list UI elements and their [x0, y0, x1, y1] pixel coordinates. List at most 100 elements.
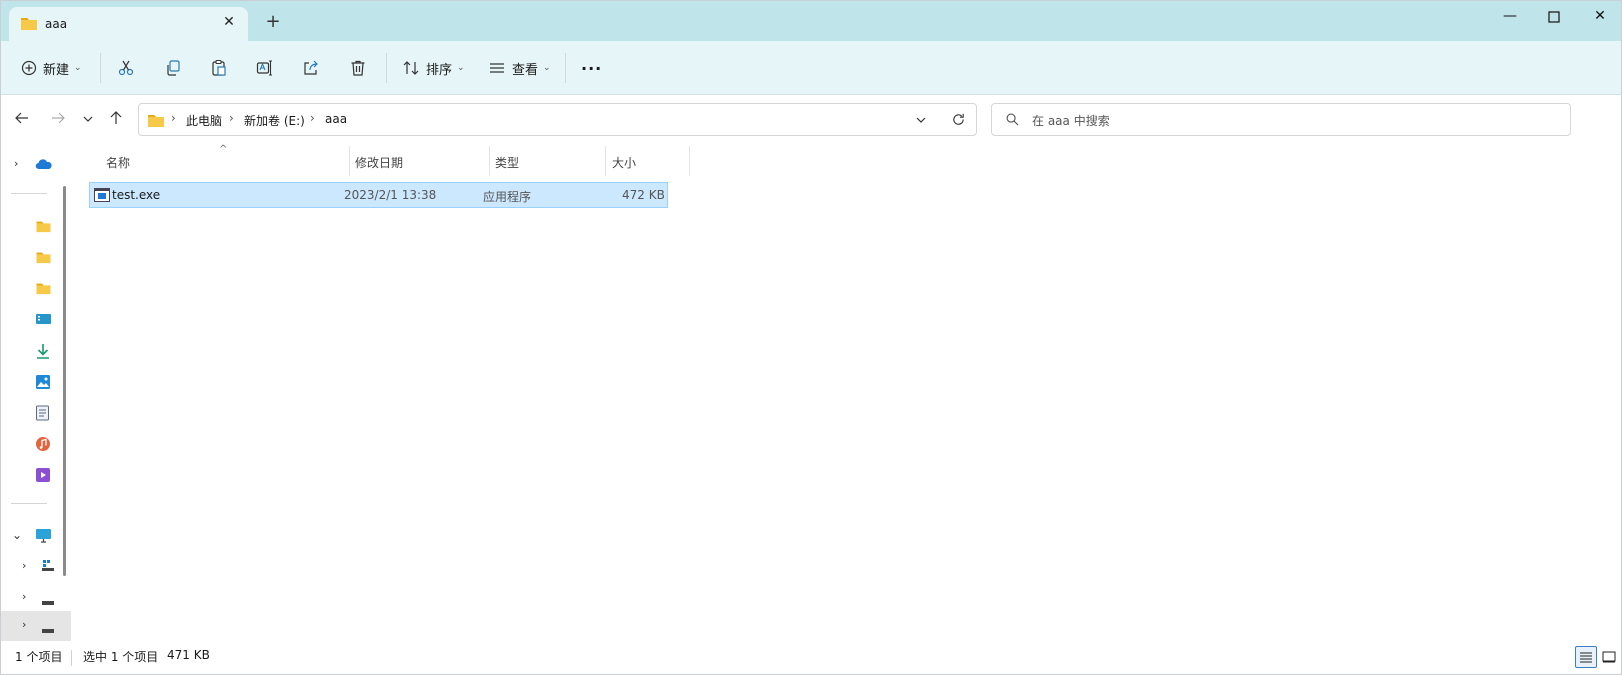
- sidebar-divider: [11, 503, 47, 504]
- exe-file-icon: [94, 188, 110, 205]
- breadcrumb-aaa[interactable]: aaa: [325, 112, 347, 126]
- up-button[interactable]: [105, 110, 127, 132]
- toolbar-divider: [100, 53, 101, 83]
- delete-button[interactable]: [349, 41, 367, 95]
- new-tab-button[interactable]: +: [263, 13, 283, 33]
- more-button[interactable]: ···: [581, 41, 602, 95]
- tab-aaa[interactable]: aaa ✕: [9, 7, 248, 41]
- tab-title: aaa: [45, 17, 68, 31]
- documents-icon: [35, 405, 50, 424]
- sidebar-item-drive-1[interactable]: ›: [1, 583, 71, 613]
- table-row[interactable]: test.exe 2023/2/1 13:38 应用程序 472 KB: [89, 182, 668, 208]
- refresh-icon[interactable]: [951, 112, 966, 130]
- sidebar-item-videos[interactable]: [1, 460, 71, 490]
- paste-button[interactable]: [210, 41, 228, 95]
- search-icon: [1006, 113, 1019, 129]
- column-divider[interactable]: [349, 146, 350, 176]
- file-modified: 2023/2/1 13:38: [344, 188, 437, 202]
- download-icon: [35, 343, 51, 362]
- maximize-button[interactable]: [1531, 1, 1577, 33]
- tab-close-icon[interactable]: ✕: [219, 12, 239, 32]
- sidebar-divider: [11, 193, 47, 194]
- chevron-right-icon: ›: [22, 618, 27, 631]
- chevron-right-icon: ›: [22, 559, 27, 572]
- details-view-icon: [1580, 652, 1592, 663]
- toolbar-divider: [386, 53, 387, 83]
- sidebar-item-desktop[interactable]: [1, 305, 71, 335]
- sort-ascending-icon: ^: [219, 144, 228, 155]
- column-header-name[interactable]: 名称: [106, 154, 130, 171]
- this-pc-icon: [35, 528, 52, 546]
- videos-icon: [35, 467, 51, 486]
- delete-icon: [351, 60, 365, 76]
- sidebar-item-downloads[interactable]: [1, 336, 71, 366]
- sidebar-item-documents[interactable]: [1, 398, 71, 428]
- back-button[interactable]: [11, 110, 33, 132]
- sidebar-item-pictures[interactable]: [1, 367, 71, 397]
- search-input[interactable]: 在 aaa 中搜索: [1032, 112, 1110, 129]
- sidebar-item-folder-3[interactable]: [1, 274, 71, 304]
- sidebar-item-music[interactable]: [1, 429, 71, 459]
- status-divider: [71, 650, 72, 666]
- sidebar-item-folder-2[interactable]: [1, 243, 71, 273]
- file-list: 名称 ^ 修改日期 类型 大小 test.exe 2023/2/1 13:38 …: [75, 144, 1621, 636]
- sidebar-item-folder-1[interactable]: [1, 212, 71, 242]
- address-row: › 此电脑 › 新加卷 (E:) › aaa 在 aaa 中搜索: [1, 96, 1621, 144]
- cut-button[interactable]: [117, 41, 135, 95]
- chevron-down-icon: [83, 116, 93, 122]
- column-divider[interactable]: [489, 146, 490, 176]
- sidebar-item-drive-2[interactable]: ›: [1, 611, 71, 641]
- column-header-size[interactable]: 大小: [612, 154, 636, 171]
- share-button[interactable]: [302, 41, 320, 95]
- close-button[interactable]: ✕: [1577, 1, 1621, 33]
- column-header-row: 名称 ^ 修改日期 类型 大小: [75, 144, 690, 176]
- rename-icon: [256, 60, 272, 76]
- chevron-down-icon: ⌄: [74, 63, 82, 73]
- tiles-view-button[interactable]: [1599, 646, 1621, 668]
- column-divider[interactable]: [605, 146, 606, 176]
- minimize-button[interactable]: —: [1487, 1, 1533, 33]
- maximize-icon: [1548, 11, 1560, 23]
- sort-button-label: 排序: [426, 62, 453, 78]
- search-box[interactable]: 在 aaa 中搜索: [991, 103, 1571, 136]
- toolbar-divider: [565, 53, 566, 83]
- desktop-icon: [35, 312, 52, 329]
- chevron-right-icon: ›: [22, 590, 27, 603]
- forward-button[interactable]: [47, 110, 69, 132]
- cut-icon: [118, 60, 134, 76]
- arrow-up-icon: [110, 111, 122, 124]
- copy-button[interactable]: [164, 41, 182, 95]
- chevron-down-icon: ⌄: [12, 528, 23, 542]
- view-icon: [490, 63, 504, 73]
- address-history-chevron-icon[interactable]: [915, 114, 927, 129]
- details-view-button[interactable]: [1575, 646, 1597, 668]
- breadcrumb-this-pc[interactable]: 此电脑: [186, 112, 222, 129]
- folder-icon: [147, 112, 165, 131]
- folder-icon: [35, 281, 52, 298]
- chevron-right-icon: ›: [14, 157, 19, 170]
- arrow-right-icon: [52, 112, 65, 124]
- new-button[interactable]: 新建 ⌄: [21, 41, 82, 95]
- address-bar[interactable]: › 此电脑 › 新加卷 (E:) › aaa: [138, 103, 977, 136]
- breadcrumb-drive-e[interactable]: 新加卷 (E:): [244, 112, 305, 129]
- file-type: 应用程序: [483, 190, 532, 204]
- copy-icon: [167, 60, 180, 76]
- status-item-count: 1 个项目: [15, 650, 63, 664]
- column-header-type[interactable]: 类型: [495, 154, 519, 171]
- file-name: test.exe: [112, 188, 161, 202]
- file-explorer-window: aaa ✕ + — ✕ 新建 ⌄ 排序 ⌄ 查看 ⌄ ··· › 此电脑 › 新…: [0, 0, 1622, 675]
- column-header-modified[interactable]: 修改日期: [355, 154, 403, 171]
- navigation-pane: › ⌄ › › ›: [1, 146, 75, 641]
- network-drive-icon: [41, 559, 55, 576]
- sidebar-item-onedrive[interactable]: ›: [1, 150, 71, 180]
- sidebar-item-this-pc[interactable]: ⌄: [1, 521, 71, 551]
- folder-icon: [20, 15, 38, 34]
- sidebar-scrollbar[interactable]: [63, 186, 66, 576]
- sort-button[interactable]: 排序 ⌄: [402, 41, 465, 95]
- rename-button[interactable]: [256, 41, 274, 95]
- recent-locations-button[interactable]: [77, 110, 99, 132]
- sidebar-item-network-drive[interactable]: ›: [1, 552, 71, 582]
- column-divider[interactable]: [689, 146, 690, 176]
- breadcrumb-separator: ›: [310, 111, 315, 125]
- view-button[interactable]: 查看 ⌄: [488, 41, 551, 95]
